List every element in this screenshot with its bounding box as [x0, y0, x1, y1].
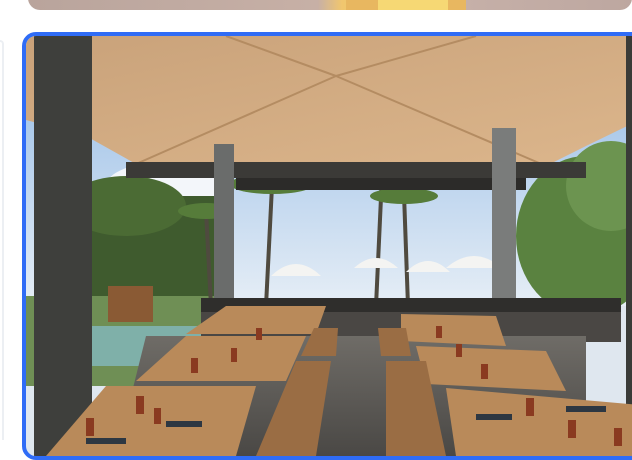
selected-photo-card[interactable]: [22, 32, 632, 460]
restaurant-photo-icon: [26, 36, 632, 456]
previous-card-image[interactable]: [28, 0, 632, 10]
adjacent-card-edge: [0, 40, 4, 440]
